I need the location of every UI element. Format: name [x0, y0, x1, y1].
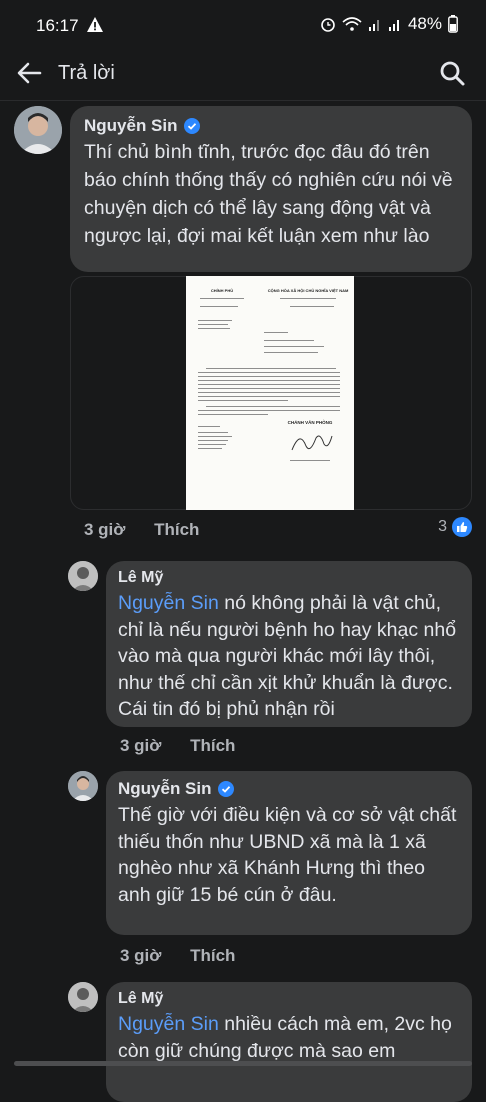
- warning-icon: [87, 17, 103, 32]
- avatar-image: [68, 771, 98, 801]
- reply-bubble: Nguyễn Sin Thế giờ với điều kiện và cơ s…: [106, 771, 472, 935]
- like-button[interactable]: Thích: [190, 946, 235, 965]
- comment-author[interactable]: Lê Mỹ: [118, 990, 460, 1008]
- document-left-header: CHÍNH PHỦ: [210, 288, 234, 293]
- top-app-bar: Trả lời: [0, 50, 486, 101]
- avatar[interactable]: [68, 982, 98, 1012]
- avatar-image: [14, 106, 62, 154]
- signal-icon: [368, 20, 379, 31]
- avatar[interactable]: [68, 771, 98, 801]
- status-time: 16:17: [36, 16, 79, 35]
- search-icon[interactable]: [438, 59, 466, 87]
- verified-badge-icon: [183, 118, 200, 134]
- verified-badge-icon: [217, 781, 234, 797]
- comment-text: Thế giờ với điều kiện và cơ sở vật chất …: [118, 804, 457, 906]
- battery-icon: [448, 15, 458, 33]
- avatar[interactable]: [68, 561, 98, 591]
- reaction-count: 3: [438, 518, 447, 535]
- wifi-icon: [342, 17, 362, 31]
- back-arrow-icon[interactable]: [14, 58, 44, 88]
- comment-text: Nguyễn Sin nó không phải là vật chủ, chỉ…: [118, 592, 457, 720]
- avatar[interactable]: [14, 106, 62, 154]
- page-title: Trả lời: [58, 62, 115, 84]
- comment-author[interactable]: Nguyễn Sin: [118, 779, 212, 799]
- mention-link[interactable]: Nguyễn Sin: [118, 1013, 219, 1035]
- comment-actions: 3 giờ Thích: [84, 520, 223, 540]
- reply-bubble: Lê Mỹ Nguyễn Sin nó không phải là vật ch…: [106, 561, 472, 727]
- mention-link[interactable]: Nguyễn Sin: [118, 592, 219, 614]
- comment-author[interactable]: Nguyễn Sin: [84, 116, 178, 136]
- document-image[interactable]: CHÍNH PHỦ CỘNG HÒA XÃ HỘI CHỦ NGHĨA VIỆT…: [186, 276, 354, 510]
- document-signature-title: CHÁNH VĂN PHÒNG: [287, 420, 333, 425]
- like-button[interactable]: Thích: [154, 520, 199, 539]
- comment-time: 3 giờ: [120, 946, 162, 965]
- like-button[interactable]: Thích: [190, 736, 235, 755]
- battery-percent: 48%: [407, 14, 442, 33]
- signature-icon: [291, 435, 333, 451]
- avatar-image: [68, 561, 98, 591]
- reply-bubble: Lê Mỹ Nguyễn Sin nhiều cách mà em, 2vc h…: [106, 982, 472, 1102]
- comment-bubble: Nguyễn Sin Thí chủ bình tĩnh, trước đọc …: [70, 106, 472, 272]
- like-reaction-icon: [452, 517, 472, 537]
- comment-actions: 3 giờ Thích: [120, 946, 259, 966]
- status-icons: 48%: [320, 14, 458, 34]
- document-right-header: CỘNG HÒA XÃ HỘI CHỦ NGHĨA VIỆT NAM: [267, 288, 349, 293]
- comment-text: Thí chủ bình tĩnh, trước đọc đâu đó trên…: [84, 141, 453, 247]
- comment-time: 3 giờ: [84, 520, 126, 539]
- signal-icon-2: [388, 20, 399, 31]
- reaction-summary[interactable]: 3: [438, 517, 472, 537]
- status-bar: 16:17 48%: [0, 0, 486, 50]
- avatar-image: [68, 982, 98, 1012]
- comment-author[interactable]: Lê Mỹ: [118, 569, 460, 587]
- gesture-bar: [14, 1061, 472, 1066]
- comment-actions: 3 giờ Thích: [120, 736, 259, 756]
- comment-text: Nguyễn Sin nhiều cách mà em, 2vc họ còn …: [118, 1013, 452, 1062]
- alarm-icon: [321, 18, 335, 32]
- comment-time: 3 giờ: [120, 736, 162, 755]
